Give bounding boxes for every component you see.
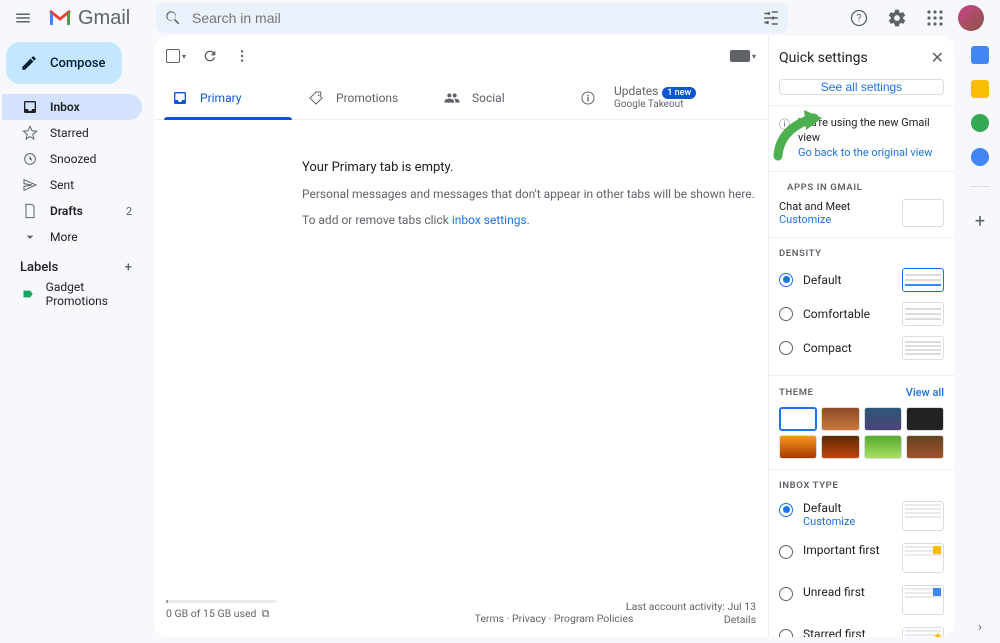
nav-sent[interactable]: Sent	[2, 172, 142, 198]
people-icon	[444, 90, 460, 106]
storage-progress	[166, 600, 276, 603]
density-compact[interactable]: Compact	[779, 331, 944, 365]
inbox-settings-link[interactable]: inbox settings	[452, 213, 527, 227]
send-icon	[22, 177, 38, 193]
tune-icon[interactable]	[762, 9, 780, 27]
calendar-app-button[interactable]	[971, 46, 989, 64]
quick-settings-panel: Quick settings ✕ See all settings ⓘ You'…	[768, 36, 954, 637]
density-comfortable[interactable]: Comfortable	[779, 297, 944, 331]
activity-text: Last account activity: Jul 13	[626, 600, 756, 614]
density-default[interactable]: Default	[779, 263, 944, 297]
contacts-app-button[interactable]	[971, 148, 989, 166]
apps-preview-thumb	[902, 199, 944, 227]
chat-and-meet-label: Chat and Meet	[779, 200, 850, 213]
gmail-logo[interactable]: Gmail	[48, 7, 142, 30]
label-icon	[22, 287, 34, 301]
gear-icon	[887, 8, 907, 28]
tab-social[interactable]: Social	[432, 76, 568, 119]
star-icon	[22, 125, 38, 141]
settings-button[interactable]	[882, 3, 912, 33]
theme-option-1[interactable]	[779, 407, 817, 431]
compose-label: Compose	[50, 56, 106, 71]
theme-option-5[interactable]	[779, 435, 817, 459]
svg-text:?: ?	[857, 13, 862, 24]
gmail-logo-text: Gmail	[78, 7, 130, 30]
compose-button[interactable]: Compose	[6, 42, 122, 84]
updates-new-badge: 1 new	[662, 87, 696, 99]
chevron-down-icon	[22, 229, 38, 245]
policies-link[interactable]: Program Policies	[554, 612, 634, 625]
theme-option-2[interactable]	[821, 407, 859, 431]
get-addons-button[interactable]: +	[966, 207, 994, 235]
file-icon	[22, 203, 38, 219]
search-icon	[164, 9, 182, 27]
caret-down-icon[interactable]: ▾	[182, 52, 186, 61]
see-all-settings-button[interactable]: See all settings	[779, 79, 944, 95]
add-label-button[interactable]: +	[125, 260, 132, 275]
storage-text: 0 GB of 15 GB used	[166, 607, 256, 620]
apps-button[interactable]	[920, 3, 950, 33]
tab-updates[interactable]: Updates1 new Google Takeout	[568, 76, 718, 119]
refresh-button[interactable]	[202, 48, 218, 64]
theme-option-4[interactable]	[906, 407, 944, 431]
inbox-icon	[22, 99, 38, 115]
inbox-icon	[172, 90, 188, 106]
tasks-app-button[interactable]	[971, 114, 989, 132]
theme-option-7[interactable]	[864, 435, 902, 459]
side-panel: + ›	[960, 36, 1000, 643]
customize-inbox-link[interactable]: Customize	[803, 515, 892, 528]
gmail-m-icon	[48, 9, 72, 27]
nav-snoozed[interactable]: Snoozed	[2, 146, 142, 172]
input-tools-button[interactable]: ▾	[730, 50, 756, 62]
empty-state: Your Primary tab is empty. Personal mess…	[154, 120, 768, 251]
help-icon: ?	[849, 8, 869, 28]
nav-more[interactable]: More	[2, 224, 142, 250]
close-quick-settings-button[interactable]: ✕	[931, 48, 944, 67]
tab-primary[interactable]: Primary	[160, 76, 296, 119]
hide-side-panel-button[interactable]: ›	[978, 620, 982, 635]
search-input[interactable]	[192, 10, 752, 26]
more-vert-icon	[234, 48, 250, 64]
select-all-checkbox[interactable]: ▾	[166, 49, 186, 63]
quick-settings-title: Quick settings	[779, 50, 868, 66]
inbox-type-starred[interactable]: Starred first★	[779, 621, 944, 637]
theme-view-all-link[interactable]: View all	[906, 386, 944, 399]
info-icon: ⓘ	[779, 116, 790, 132]
clock-icon	[22, 151, 38, 167]
inbox-type-important[interactable]: Important first	[779, 537, 944, 579]
nav-drafts[interactable]: Drafts2	[2, 198, 142, 224]
tag-icon	[308, 90, 324, 106]
nav-starred[interactable]: Starred	[2, 120, 142, 146]
theme-option-6[interactable]	[821, 435, 859, 459]
theme-option-3[interactable]	[864, 407, 902, 431]
theme-option-8[interactable]	[906, 435, 944, 459]
privacy-link[interactable]: Privacy	[512, 612, 546, 625]
info-icon	[580, 90, 596, 106]
label-gadget-promotions[interactable]: Gadget Promotions	[2, 281, 142, 307]
refresh-icon	[202, 48, 218, 64]
category-tabs: Primary Promotions Social Updates1 new G…	[154, 76, 768, 120]
terms-link[interactable]: Terms	[475, 612, 505, 625]
hamburger-icon	[14, 9, 32, 27]
details-link[interactable]: Details	[724, 613, 756, 626]
go-back-original-view-link[interactable]: Go back to the original view	[798, 146, 944, 161]
account-avatar[interactable]	[958, 5, 984, 31]
inbox-type-default[interactable]: DefaultCustomize	[779, 495, 944, 537]
apps-grid-icon	[926, 9, 944, 27]
inbox-type-unread[interactable]: Unread first	[779, 579, 944, 621]
more-button[interactable]	[234, 48, 250, 64]
search-bar[interactable]	[156, 3, 788, 33]
nav-inbox[interactable]: Inbox	[2, 94, 142, 120]
open-in-new-icon[interactable]: ⧉	[261, 607, 269, 620]
keep-app-button[interactable]	[971, 80, 989, 98]
customize-apps-link[interactable]: Customize	[779, 213, 850, 226]
pencil-icon	[20, 54, 38, 72]
labels-header: Labels +	[2, 250, 142, 281]
main-menu-button[interactable]	[8, 3, 38, 33]
support-button[interactable]: ?	[844, 3, 874, 33]
tab-promotions[interactable]: Promotions	[296, 76, 432, 119]
